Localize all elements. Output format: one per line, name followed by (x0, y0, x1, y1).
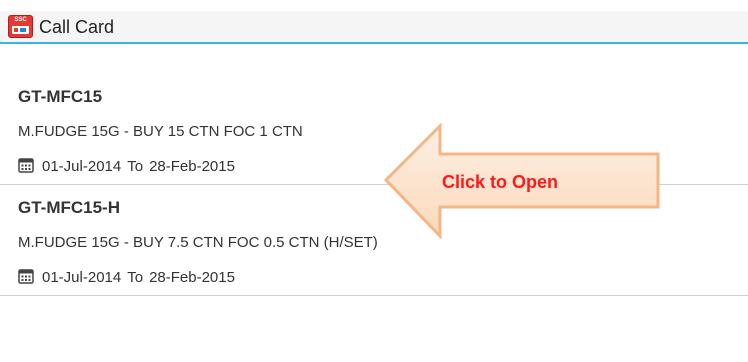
item-date-range: 01-Jul-2014 To 28-Feb-2015 (18, 268, 235, 286)
item-description: M.FUDGE 15G - BUY 7.5 CTN FOC 0.5 CTN (H… (18, 234, 378, 251)
page-title: Call Card (39, 17, 115, 37)
cards-icon (12, 26, 29, 34)
to-label: To (127, 269, 144, 286)
start-date: 01-Jul-2014 (42, 269, 122, 286)
end-date: 28-Feb-2015 (149, 158, 235, 175)
calendar-icon (18, 158, 34, 173)
end-date: 28-Feb-2015 (149, 269, 235, 286)
click-to-open-callout: Click to Open (382, 122, 664, 240)
call-card-screen: SSC Call Card GT-MFC15 M.FUDGE 15G - BUY… (0, 0, 748, 362)
item-date-range: 01-Jul-2014 To 28-Feb-2015 (18, 157, 235, 175)
action-bar: SSC Call Card (0, 11, 748, 44)
app-icon-label: SSC (14, 17, 27, 23)
start-date: 01-Jul-2014 (42, 158, 122, 175)
item-code: GT-MFC15-H (18, 198, 120, 217)
click-to-open-label: Click to Open (442, 172, 559, 192)
calendar-icon (18, 269, 34, 284)
item-description: M.FUDGE 15G - BUY 15 CTN FOC 1 CTN (18, 123, 303, 140)
to-label: To (127, 158, 144, 175)
item-code: GT-MFC15 (18, 87, 103, 106)
app-icon[interactable]: SSC (8, 15, 33, 38)
